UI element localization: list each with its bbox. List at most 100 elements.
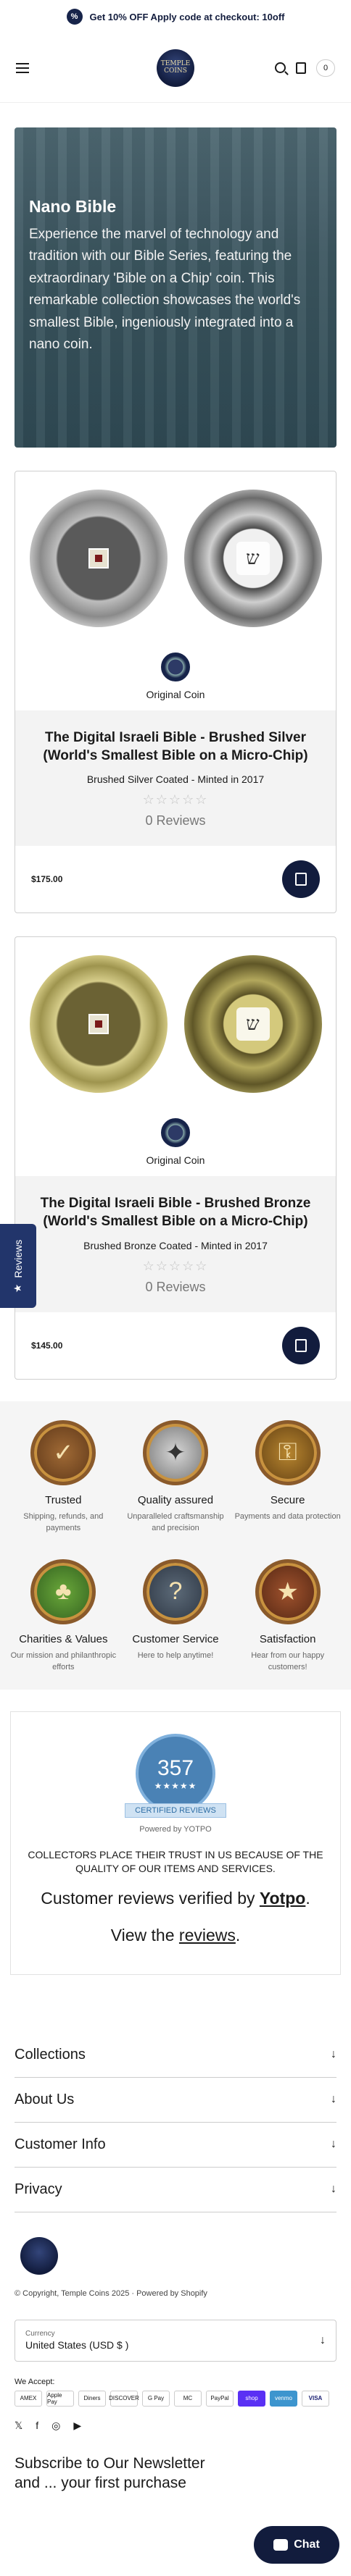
product-footer: $145.00 <box>15 1312 336 1379</box>
payment-icons: AMEX Apple Pay Diners DISCOVER G Pay MC … <box>15 2390 336 2407</box>
accordion-label: Customer Info <box>15 2136 106 2152</box>
hero-content: Nano Bible Experience the marvel of tech… <box>29 197 322 356</box>
trust-badges: ✓ Trusted Shipping, refunds, and payment… <box>0 1401 351 1690</box>
variant-selector: Original Coin <box>15 1111 336 1176</box>
yotpo-seal[interactable]: 357 ★★★★★ CERTIFIED REVIEWS <box>125 1733 226 1821</box>
powered-by: Powered by YOTPO <box>139 1824 212 1834</box>
chat-button[interactable]: Chat <box>254 2526 339 2564</box>
product-card[interactable]: ש Original Coin The Digital Israeli Bibl… <box>15 471 336 914</box>
currency-value: United States (USD $ ) <box>25 2339 129 2351</box>
product-title[interactable]: The Digital Israeli Bible - Brushed Silv… <box>36 729 315 765</box>
trust-item-service[interactable]: ? Customer Service Here to help anytime! <box>120 1558 232 1674</box>
chat-label: Chat <box>294 2538 320 2551</box>
product-subtitle: Brushed Bronze Coated - Minted in 2017 <box>83 1239 268 1251</box>
accept-label: We Accept: <box>15 2377 55 2386</box>
lock-icon: ⚿ <box>255 1419 321 1485</box>
arrow-down-icon: ↓ <box>331 2138 336 2151</box>
footer-logo[interactable] <box>20 2236 58 2275</box>
reviews-side-tab[interactable]: ★ Reviews <box>0 1224 36 1308</box>
review-count[interactable]: 0 Reviews <box>36 1280 315 1295</box>
youtube-icon[interactable]: ▶ <box>73 2420 81 2432</box>
cart-icon[interactable] <box>296 62 306 74</box>
variant-swatch[interactable] <box>161 1118 190 1148</box>
trust-title: Secure <box>270 1493 305 1506</box>
trust-item-quality[interactable]: ✦ Quality assured Unparalleled craftsman… <box>120 1419 232 1535</box>
search-icon[interactable] <box>275 62 286 73</box>
paypal-icon: PayPal <box>206 2390 234 2407</box>
shin-glyph-icon: ש <box>236 1007 270 1041</box>
social-links: 𝕏 f ◎ ▶ <box>15 2420 336 2432</box>
trust-title: Quality assured <box>137 1493 214 1506</box>
arrow-down-icon: ↓ <box>320 2333 326 2346</box>
add-to-cart-button[interactable] <box>282 860 320 899</box>
accordion-privacy[interactable]: Privacy ↓ <box>15 2168 336 2212</box>
trust-item-charities[interactable]: ♣ Charities & Values Our mission and phi… <box>7 1558 120 1674</box>
coin-front-image <box>29 490 168 627</box>
add-to-cart-button[interactable] <box>282 1326 320 1364</box>
trust-item-secure[interactable]: ⚿ Secure Payments and data protection <box>231 1419 344 1535</box>
seal-circle: 357 ★★★★★ <box>136 1733 215 1813</box>
verified-prefix: Customer reviews verified by <box>41 1888 260 1908</box>
tag-icon: % <box>66 9 83 25</box>
site-logo[interactable]: TEMPLE COINS <box>157 49 194 87</box>
bag-icon <box>295 873 307 886</box>
x-icon[interactable]: 𝕏 <box>15 2420 22 2432</box>
amex-icon: AMEX <box>15 2390 42 2407</box>
shin-glyph-icon: ש <box>236 542 270 575</box>
product-card[interactable]: ש Original Coin The Digital Israeli Bibl… <box>15 936 336 1380</box>
tree-icon: ♣ <box>30 1558 96 1624</box>
product-title[interactable]: The Digital Israeli Bible - Brushed Bron… <box>36 1195 315 1230</box>
menu-icon[interactable] <box>16 62 29 73</box>
venmo-icon: venmo <box>270 2390 297 2407</box>
variant-label: Original Coin <box>146 1154 205 1167</box>
yotpo-link[interactable]: Yotpo <box>260 1889 305 1908</box>
accordion-customer-info[interactable]: Customer Info ↓ <box>15 2123 336 2168</box>
variant-swatch[interactable] <box>161 653 190 681</box>
trust-desc: Here to help anytime! <box>137 1650 214 1660</box>
arrow-down-icon: ↓ <box>331 2048 336 2061</box>
newsletter-heading: Subscribe to Our Newsletter and ... your… <box>15 2454 205 2491</box>
product-images[interactable]: ש <box>15 937 336 1111</box>
product-info: The Digital Israeli Bible - Brushed Bron… <box>15 1176 336 1312</box>
discover-icon: DISCOVER <box>109 2390 139 2407</box>
verified-text: Customer reviews verified by Yotpo. <box>25 1889 326 1908</box>
hero-title: Nano Bible <box>29 197 117 216</box>
coin-back-image: ש <box>183 955 322 1094</box>
review-total: 357 <box>157 1755 194 1780</box>
accordion-about[interactable]: About Us ↓ <box>15 2078 336 2123</box>
reviews-tab-label: Reviews <box>12 1239 24 1278</box>
logo-text: TEMPLE COINS <box>160 59 191 75</box>
accordion-label: Privacy <box>15 2181 62 2197</box>
rating-stars: ☆☆☆☆☆ <box>142 792 209 807</box>
arrow-down-icon: ↓ <box>331 2183 336 2196</box>
trust-quote: COLLECTORS PLACE THEIR TRUST IN US BECAU… <box>28 1848 323 1874</box>
coin-back-image: ש <box>183 490 322 627</box>
bag-icon <box>295 1338 307 1352</box>
trust-title: Charities & Values <box>19 1632 108 1645</box>
accordion-label: About Us <box>15 2091 75 2107</box>
hero-banner: Nano Bible Experience the marvel of tech… <box>15 127 336 448</box>
apple-pay-icon: Apple Pay <box>46 2390 74 2407</box>
product-images[interactable]: ש <box>15 471 336 645</box>
product-footer: $175.00 <box>15 846 336 912</box>
trust-item-trusted[interactable]: ✓ Trusted Shipping, refunds, and payment… <box>7 1419 120 1535</box>
announcement-bar[interactable]: % Get 10% OFF Apply code at checkout: 10… <box>0 0 351 33</box>
product-price: $145.00 <box>31 1340 63 1351</box>
currency-selector[interactable]: Currency United States (USD $ ) ↓ <box>15 2319 336 2362</box>
yotpo-reviews-widget: 357 ★★★★★ CERTIFIED REVIEWS Powered by Y… <box>10 1711 341 1975</box>
reviews-link[interactable]: reviews <box>179 1926 236 1944</box>
rating-stars: ☆☆☆☆☆ <box>142 1258 209 1273</box>
review-count[interactable]: 0 Reviews <box>36 813 315 828</box>
trust-desc: Unparalleled craftsmanship and precision <box>127 1511 224 1533</box>
trust-item-satisfaction[interactable]: ★ Satisfaction Hear from our happy custo… <box>231 1558 344 1674</box>
google-pay-icon: G Pay <box>142 2390 170 2407</box>
header-actions: 0 <box>275 59 335 77</box>
view-prefix: View the <box>110 1925 179 1944</box>
facebook-icon[interactable]: f <box>36 2420 38 2431</box>
cart-count-badge[interactable]: 0 <box>316 59 335 77</box>
chip-icon <box>88 548 109 569</box>
instagram-icon[interactable]: ◎ <box>51 2420 60 2432</box>
shield-icon: ✓ <box>30 1419 96 1485</box>
site-header: TEMPLE COINS 0 <box>0 33 351 103</box>
accordion-collections[interactable]: Collections ↓ <box>15 2033 336 2078</box>
